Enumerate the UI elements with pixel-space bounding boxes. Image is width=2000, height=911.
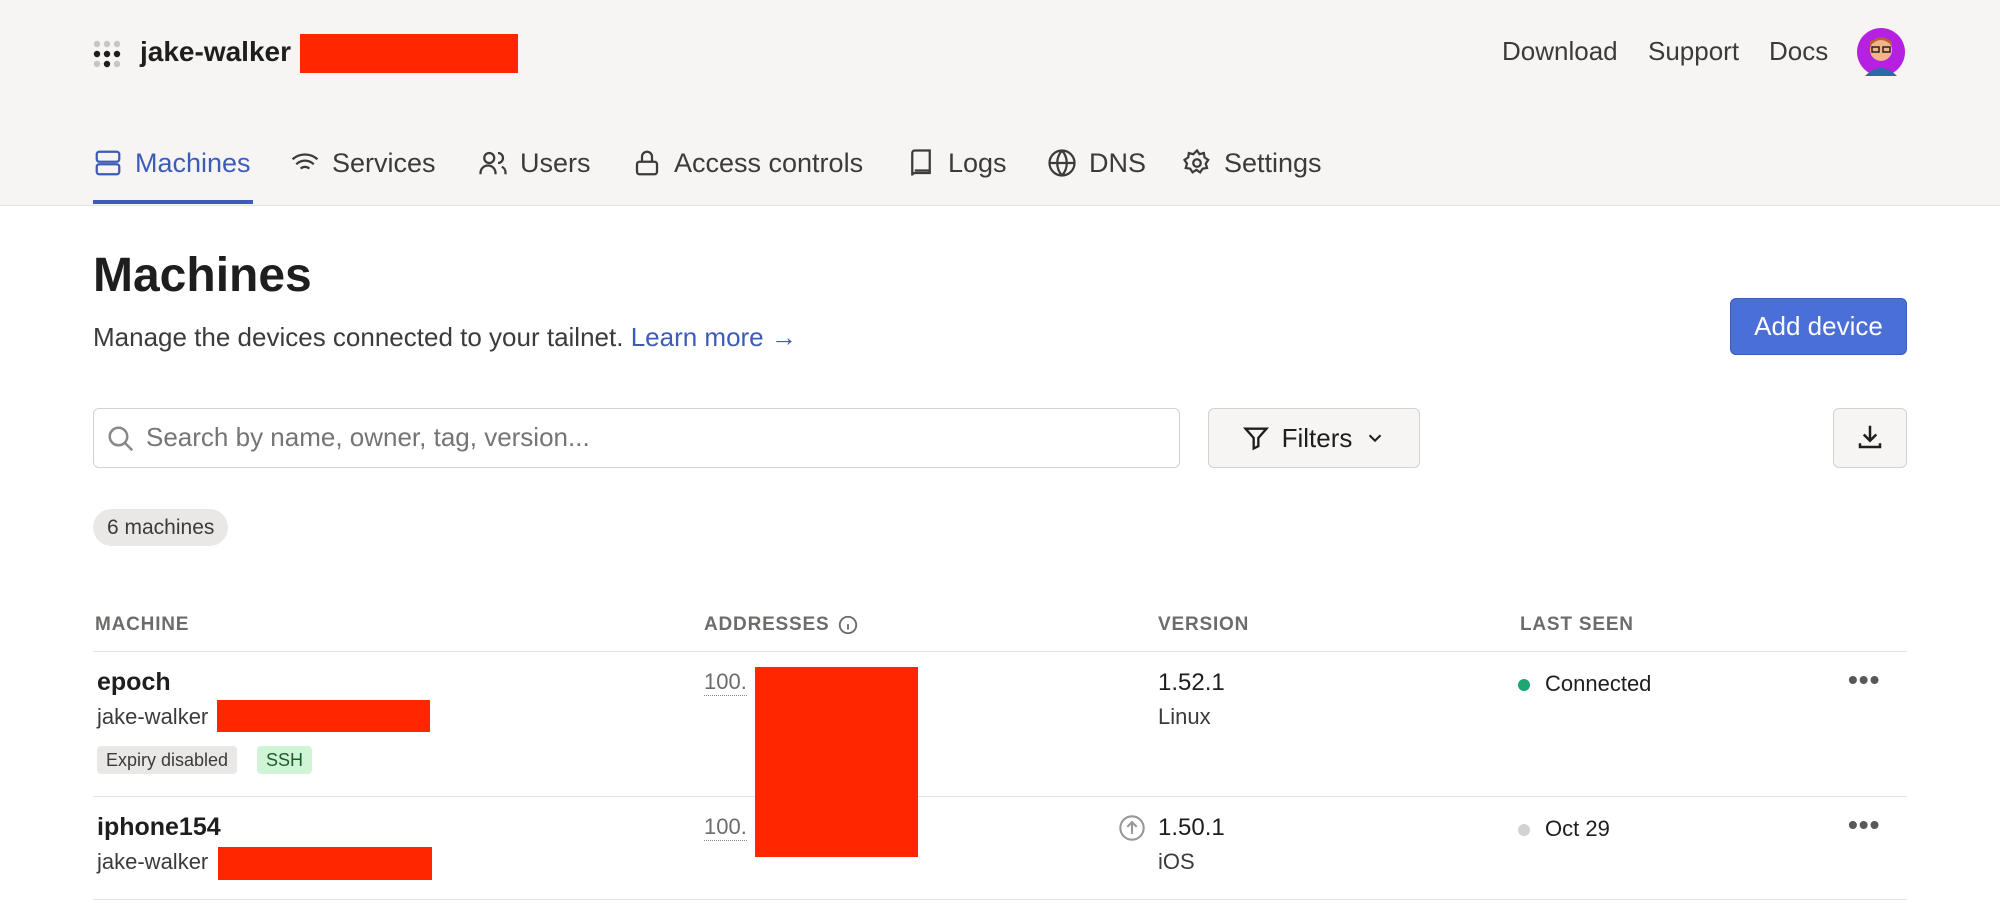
users-icon bbox=[479, 151, 507, 175]
machine-version: 1.52.1 bbox=[1158, 669, 1225, 696]
machine-os: Linux bbox=[1158, 704, 1211, 729]
machine-count-badge: 6 machines bbox=[93, 509, 229, 546]
active-tab-indicator bbox=[93, 200, 253, 204]
tab-dns[interactable]: DNS bbox=[1047, 145, 1146, 181]
globe-icon bbox=[1048, 149, 1076, 177]
status-online-dot bbox=[1518, 679, 1530, 691]
redacted-block bbox=[217, 700, 430, 732]
status-offline-dot bbox=[1518, 824, 1530, 836]
tag-expiry-disabled: Expiry disabled bbox=[97, 746, 238, 774]
download-icon bbox=[1858, 425, 1882, 448]
search-input[interactable] bbox=[146, 417, 1146, 457]
last-seen: Connected bbox=[1545, 671, 1652, 696]
filter-icon bbox=[1242, 427, 1269, 451]
lock-icon bbox=[635, 150, 659, 176]
column-header-machine[interactable]: MACHINE bbox=[95, 614, 189, 636]
machine-address[interactable]: 100. bbox=[704, 814, 747, 841]
redacted-block bbox=[218, 847, 432, 880]
tab-access-controls[interactable]: Access controls bbox=[632, 145, 863, 181]
machine-owner: jake-walker bbox=[97, 704, 209, 729]
search-box[interactable] bbox=[93, 408, 1180, 468]
info-icon[interactable] bbox=[837, 614, 859, 636]
tab-settings[interactable]: Settings bbox=[1182, 145, 1322, 181]
learn-more-link[interactable]: Learn more → bbox=[631, 322, 797, 352]
column-header-version[interactable]: VERSION bbox=[1158, 614, 1249, 636]
column-header-last-seen[interactable]: LAST SEEN bbox=[1520, 614, 1634, 636]
tailnet-name[interactable]: jake-walker bbox=[140, 36, 291, 68]
divider bbox=[93, 899, 1907, 900]
book-icon bbox=[911, 149, 931, 176]
wifi-icon bbox=[291, 153, 319, 175]
divider bbox=[93, 651, 1907, 652]
redacted-block bbox=[300, 34, 518, 73]
last-seen: Oct 29 bbox=[1545, 816, 1610, 841]
add-device-button[interactable]: Add device bbox=[1730, 298, 1907, 355]
tailscale-logo-icon[interactable] bbox=[93, 40, 121, 68]
download-link[interactable]: Download bbox=[1502, 36, 1618, 67]
export-download-button[interactable] bbox=[1833, 408, 1907, 468]
machine-owner: jake-walker bbox=[97, 849, 209, 874]
gear-icon bbox=[1182, 148, 1210, 174]
machine-name[interactable]: epoch bbox=[97, 668, 171, 697]
tab-services[interactable]: Services bbox=[290, 145, 436, 181]
column-header-addresses[interactable]: ADDRESSES bbox=[704, 614, 859, 636]
tab-logs[interactable]: Logs bbox=[906, 145, 1007, 181]
update-available-icon[interactable] bbox=[1118, 814, 1146, 842]
divider bbox=[93, 796, 1907, 797]
chevron-down-icon bbox=[1369, 434, 1382, 443]
machine-os: iOS bbox=[1158, 849, 1195, 874]
server-icon bbox=[95, 150, 121, 176]
avatar[interactable] bbox=[1857, 28, 1905, 76]
page-title: Machines bbox=[93, 249, 312, 302]
tab-users[interactable]: Users bbox=[478, 145, 591, 181]
support-link[interactable]: Support bbox=[1648, 36, 1739, 67]
machine-name[interactable]: iphone154 bbox=[97, 813, 221, 842]
machine-version: 1.50.1 bbox=[1158, 814, 1225, 841]
search-icon bbox=[108, 426, 134, 452]
docs-link[interactable]: Docs bbox=[1769, 36, 1828, 67]
page-subtitle: Manage the devices connected to your tai… bbox=[93, 322, 797, 352]
machine-address[interactable]: 100. bbox=[704, 669, 747, 696]
tag-ssh: SSH bbox=[257, 746, 313, 774]
tab-machines[interactable]: Machines bbox=[93, 145, 251, 181]
more-options-icon[interactable]: ••• bbox=[1848, 664, 1880, 696]
more-options-icon[interactable]: ••• bbox=[1848, 809, 1880, 841]
filters-button[interactable]: Filters bbox=[1208, 408, 1420, 468]
redacted-block bbox=[755, 667, 918, 857]
